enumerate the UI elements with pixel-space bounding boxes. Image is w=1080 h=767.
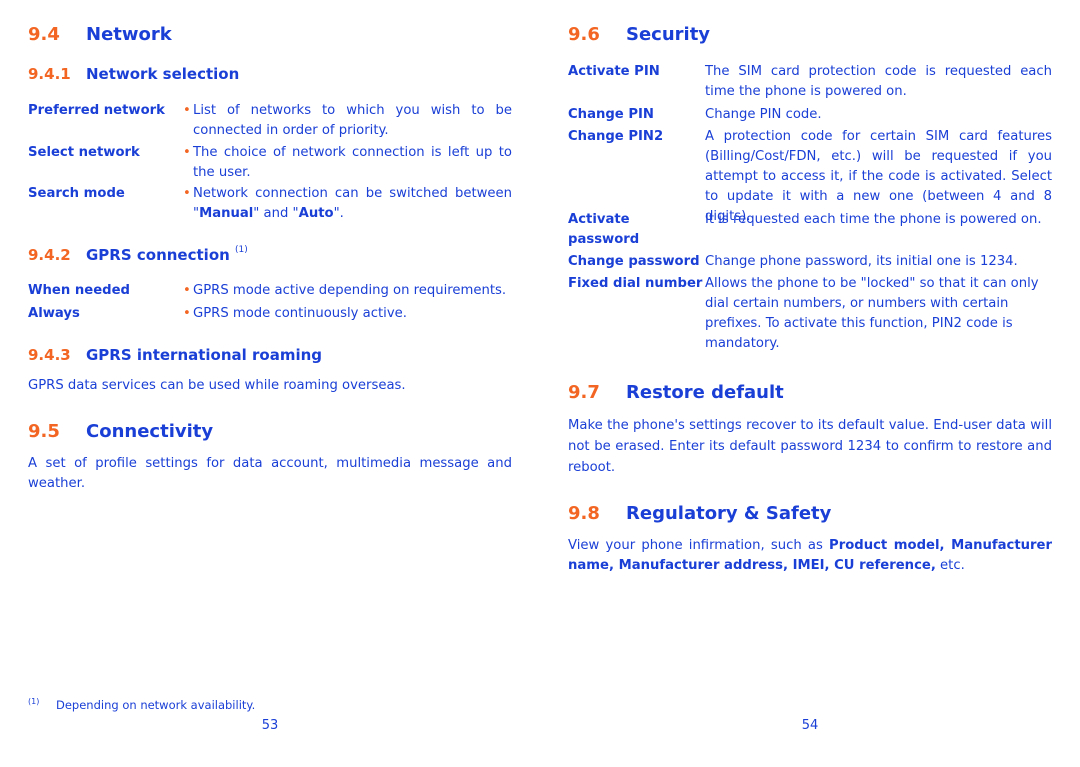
bullet-icon: • <box>183 306 191 321</box>
para-text: etc. <box>935 558 965 573</box>
description: The choice of network connection is left… <box>193 145 512 180</box>
section-title: Network <box>86 24 172 45</box>
bullet-icon: • <box>183 283 191 298</box>
footnote-text: Depending on network availability. <box>56 698 256 712</box>
term: Fixed dial number <box>568 276 703 291</box>
term: Search mode <box>28 186 125 201</box>
page-number: 54 <box>801 718 819 733</box>
description: GPRS mode active depending on requiremen… <box>193 283 507 298</box>
section-heading-9-4-2: 9.4.2 GPRS connection (1) <box>28 245 248 264</box>
page-54: 9.6 Security Activate PIN The SIM card pr… <box>568 0 1052 767</box>
definition-row: Fixed dial number Allows the phone to be… <box>568 274 1052 354</box>
section-heading-9-7: 9.7 Restore default <box>568 382 784 403</box>
definition-row: When needed • GPRS mode active depending… <box>28 281 512 301</box>
paragraph: GPRS data services can be used while roa… <box>28 378 406 393</box>
definition-row: Search mode • Network connection can be … <box>28 184 512 224</box>
term: Change PIN <box>568 107 654 122</box>
section-heading-9-8: 9.8 Regulatory & Safety <box>568 503 831 524</box>
section-number: 9.6 <box>568 24 600 45</box>
definition-row: Change PIN2 A protection code for certai… <box>568 127 1052 224</box>
section-heading-9-6: 9.6 Security <box>568 24 710 45</box>
footnote-mark: (1) <box>28 697 40 706</box>
term: When needed <box>28 283 130 298</box>
desc-bold: Manual <box>199 206 254 221</box>
term: Change password <box>568 254 700 269</box>
term: Select network <box>28 145 140 160</box>
desc-text: ". <box>333 206 344 221</box>
section-title: Connectivity <box>86 421 214 442</box>
definition-row: Activate password It is requested each t… <box>568 210 1052 250</box>
definition-row: Change PIN Change PIN code. <box>568 105 1052 125</box>
description: GPRS mode continuously active. <box>193 306 407 321</box>
bullet-icon: • <box>183 186 191 201</box>
bullet-icon: • <box>183 103 191 118</box>
paragraph: A set of profile settings for data accou… <box>28 456 512 491</box>
term: Change PIN2 <box>568 129 664 144</box>
bullet-icon: • <box>183 145 191 160</box>
desc-text: " and " <box>253 206 299 221</box>
section-title: GPRS connection <box>86 246 230 264</box>
description: It is requested each time the phone is p… <box>705 212 1042 227</box>
description: Network connection can be switched betwe… <box>193 184 512 224</box>
section-title: Regulatory & Safety <box>626 503 832 524</box>
section-title: Security <box>626 24 711 45</box>
term: Always <box>28 306 80 321</box>
description: Change phone password, its initial one i… <box>705 254 1018 269</box>
term: Activate password <box>568 212 640 247</box>
definition-row: Change password Change phone password, i… <box>568 252 1052 272</box>
paragraph: View your phone infirmation, such as Pro… <box>568 536 1052 576</box>
definition-row: Activate PIN The SIM card protection cod… <box>568 62 1052 102</box>
section-number: 9.4.2 <box>28 246 71 264</box>
para-text: View your phone infirmation, such as <box>568 538 830 553</box>
footnote-reference: (1) <box>235 245 248 255</box>
section-heading-9-4-1: 9.4.1 Network selection <box>28 65 239 83</box>
section-number: 9.4.3 <box>28 346 71 364</box>
term: Activate PIN <box>568 64 660 79</box>
section-number: 9.7 <box>568 382 600 403</box>
section-number: 9.4.1 <box>28 65 71 83</box>
definition-row: Select network • The choice of network c… <box>28 143 512 183</box>
description: Change PIN code. <box>705 107 822 122</box>
section-title: Restore default <box>626 382 784 403</box>
section-title: GPRS international roaming <box>86 346 323 364</box>
section-number: 9.8 <box>568 503 600 524</box>
description: The SIM card protection code is requeste… <box>705 64 1052 99</box>
page-53: 9.4 Network 9.4.1 Network selection Prefer… <box>28 0 512 767</box>
section-title: Network selection <box>86 65 240 83</box>
section-number: 9.5 <box>28 421 60 442</box>
section-heading-9-4-3: 9.4.3 GPRS international roaming <box>28 346 322 364</box>
desc-bold: Auto <box>298 206 334 221</box>
paragraph: Make the phone's settings recover to its… <box>568 418 1052 475</box>
footnote: (1) Depending on network availability. <box>28 697 255 712</box>
definition-row: Preferred network • List of networks to … <box>28 101 512 141</box>
section-heading-9-4: 9.4 Network <box>28 24 172 45</box>
description: List of networks to which you wish to be… <box>193 103 512 138</box>
page-number: 53 <box>261 718 279 733</box>
definition-row: Always • GPRS mode continuously active. <box>28 304 512 324</box>
section-heading-9-5: 9.5 Connectivity <box>28 421 213 442</box>
term: Preferred network <box>28 103 165 118</box>
section-number: 9.4 <box>28 24 60 45</box>
description: Allows the phone to be "locked" so that … <box>705 276 1039 351</box>
